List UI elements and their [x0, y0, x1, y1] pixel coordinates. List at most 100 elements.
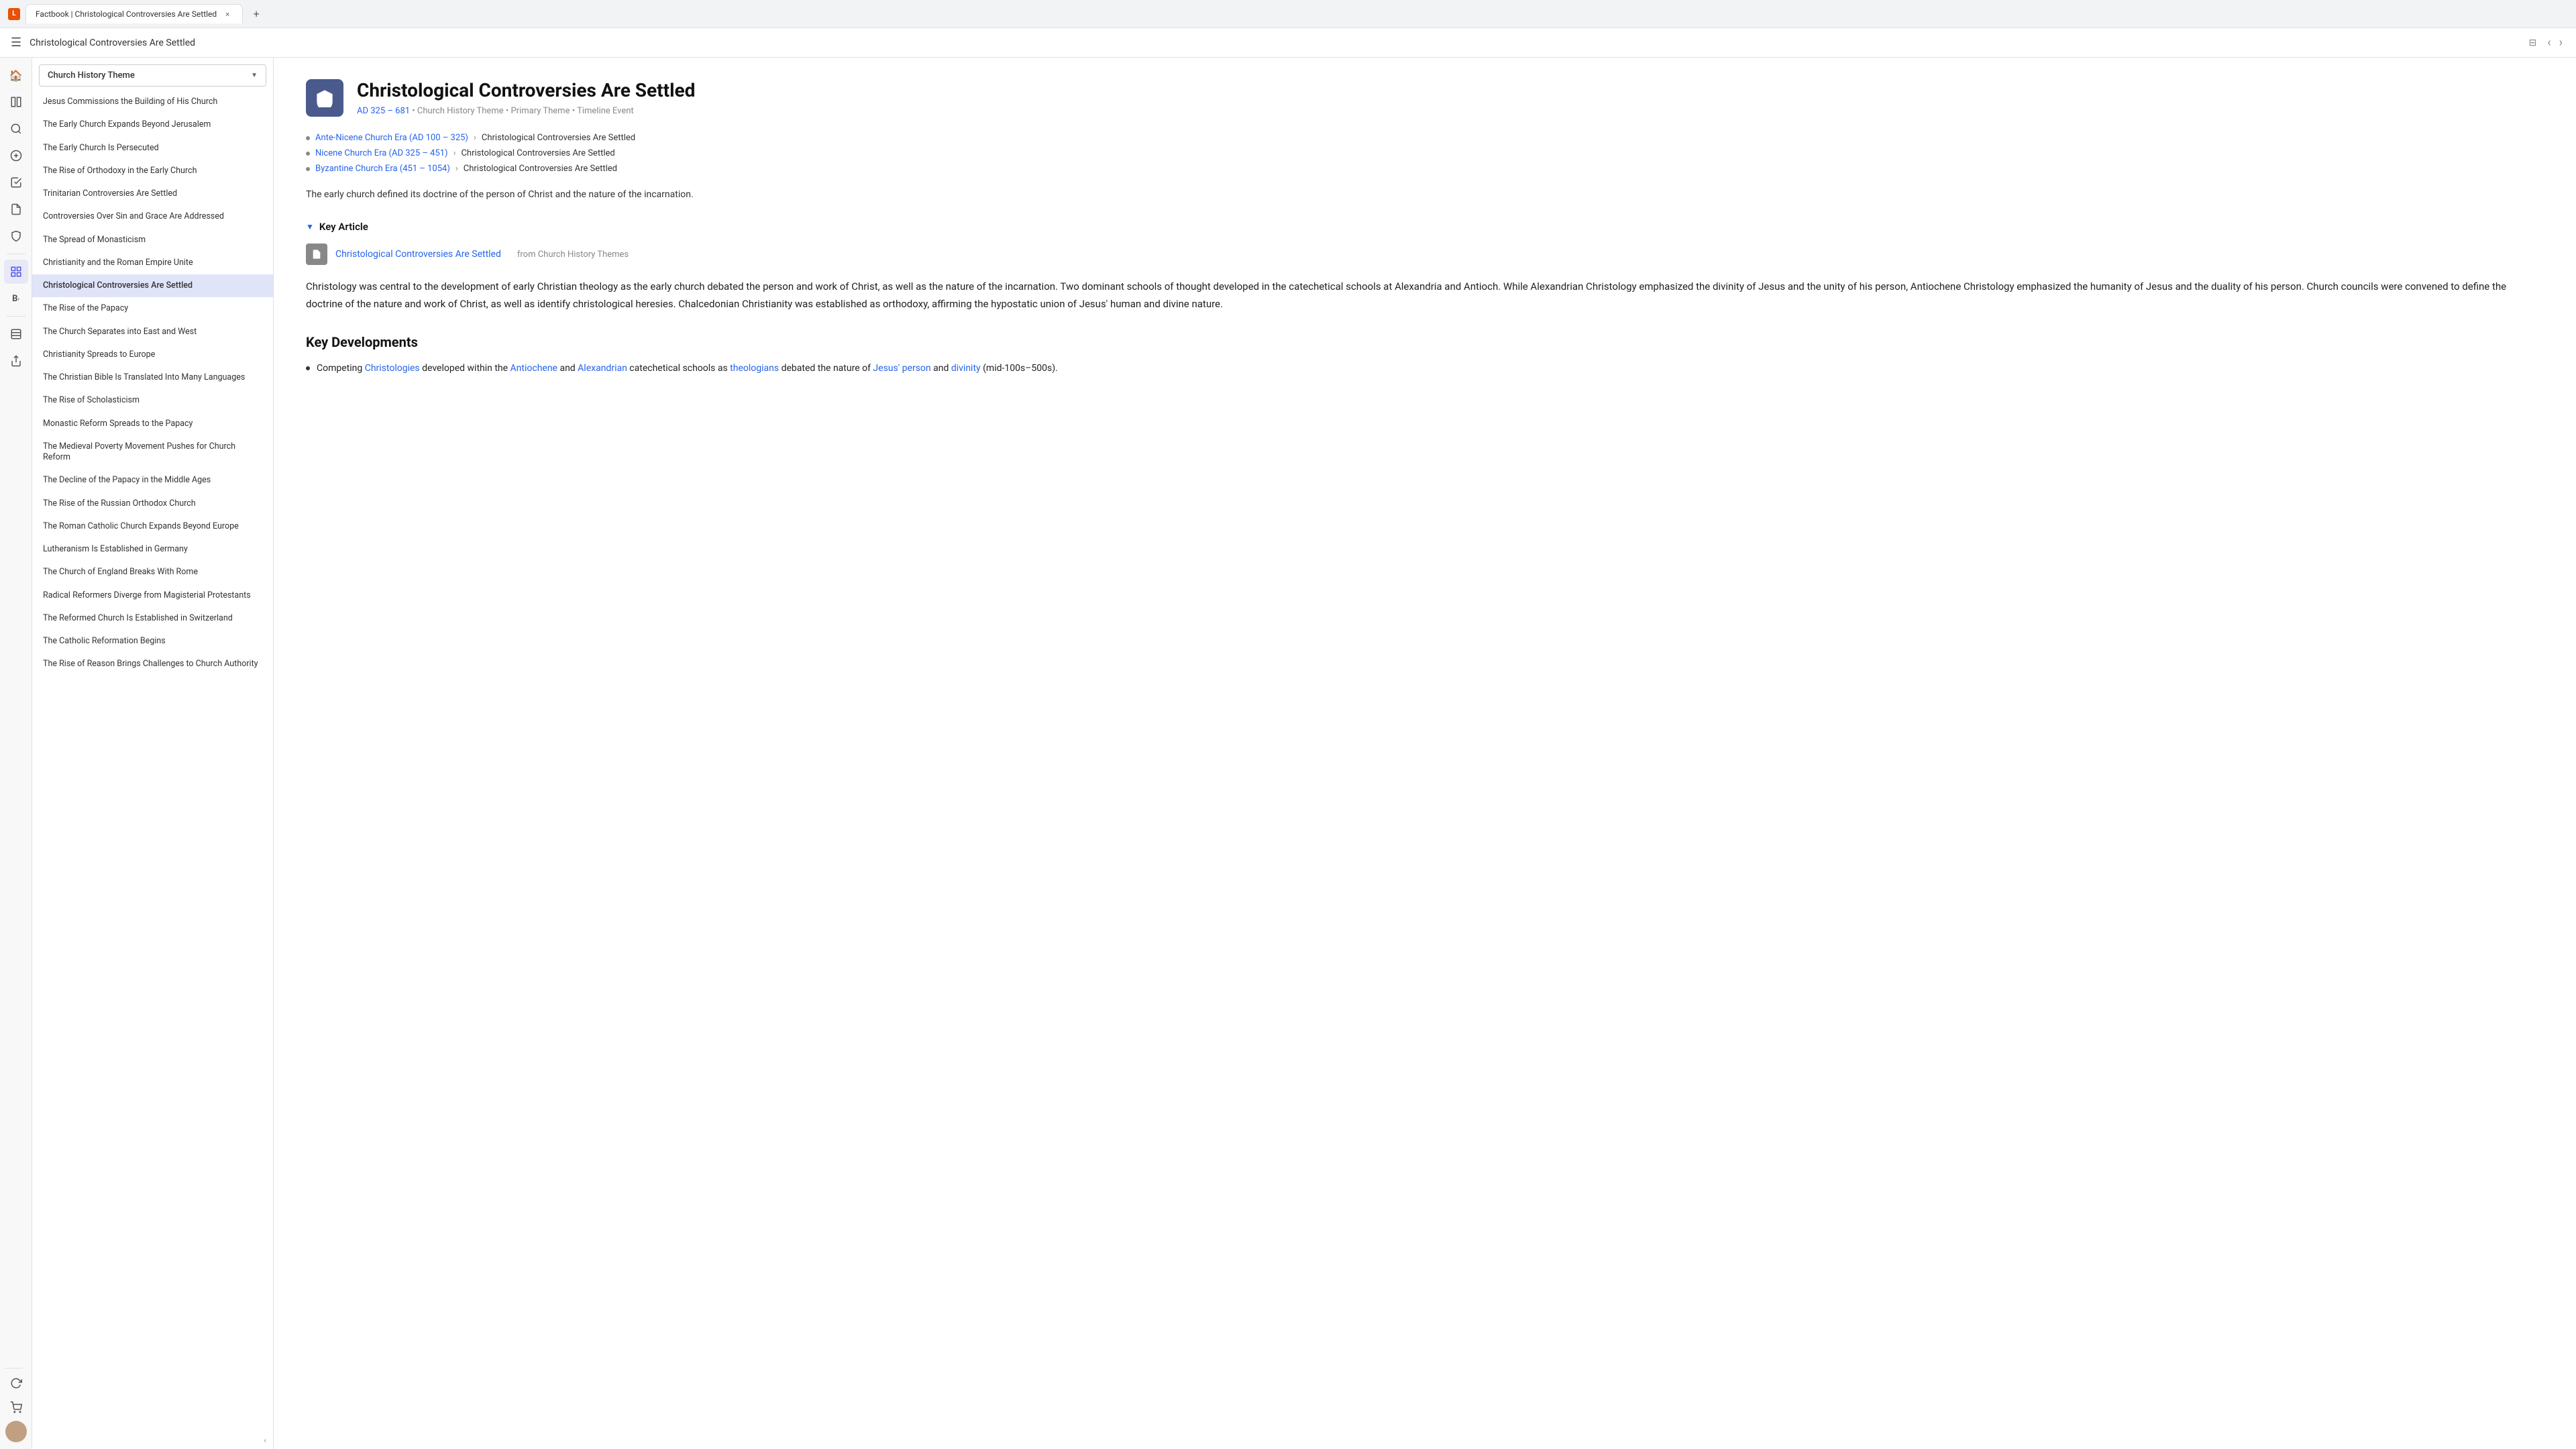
breadcrumb-sep-1: › — [474, 133, 476, 143]
sidebar-item-11[interactable]: The Church Separates into East and West — [32, 321, 273, 343]
sidebar-item-4[interactable]: The Rise of Orthodoxy in the Early Churc… — [32, 160, 273, 182]
active-tab[interactable]: Factbook | Christological Controversies … — [25, 4, 243, 23]
theologians-link[interactable]: theologians — [730, 363, 779, 374]
browser-tab-bar: L Factbook | Christological Controversie… — [0, 0, 2576, 28]
key-article-card: Christological Controversies Are Settled… — [306, 244, 2544, 265]
breadcrumb-current-1: Christological Controversies Are Settled — [482, 133, 635, 143]
rail-cart-icon[interactable] — [4, 1395, 28, 1419]
breadcrumb-bullet-1 — [306, 136, 310, 140]
sidebar-item-23[interactable]: The Reformed Church Is Established in Sw… — [32, 607, 273, 630]
key-developments-header: Key Developments — [306, 334, 2544, 350]
app-bar-title: Christological Controversies Are Settled — [30, 38, 2520, 48]
alexandrian-link[interactable]: Alexandrian — [578, 363, 627, 374]
jesus-person-link[interactable]: Jesus' person — [873, 363, 930, 374]
sidebar-item-2[interactable]: The Early Church Expands Beyond Jerusale… — [32, 113, 273, 136]
rail-shield-icon[interactable] — [4, 224, 28, 248]
main-layout: 🏠 B › — [0, 58, 2576, 1449]
christologies-link[interactable]: Christologies — [365, 363, 420, 374]
breadcrumb-link-1[interactable]: Ante-Nicene Church Era (AD 100 – 325) — [315, 133, 468, 143]
tab-close-button[interactable]: × — [222, 9, 233, 19]
nav-back-button[interactable]: ‹ — [2544, 33, 2553, 52]
rail-library-icon[interactable] — [4, 90, 28, 114]
sidebar-item-18[interactable]: The Rise of the Russian Orthodox Church — [32, 492, 273, 515]
sidebar-item-15[interactable]: Monastic Reform Spreads to the Papacy — [32, 413, 273, 435]
dropdown-arrow-icon: ▼ — [251, 72, 258, 79]
rail-check-icon[interactable] — [4, 170, 28, 195]
sidebar-item-6[interactable]: Controversies Over Sin and Grace Are Add… — [32, 205, 273, 228]
body-text: Christology was central to the developme… — [306, 278, 2544, 313]
dropdown-label: Church History Theme — [48, 70, 135, 80]
sidebar-item-25[interactable]: The Rise of Reason Brings Challenges to … — [32, 653, 273, 676]
menu-hamburger-icon[interactable]: ☰ — [11, 36, 21, 50]
breadcrumb-2: Nicene Church Era (AD 325 – 451) › Chris… — [306, 148, 2544, 158]
user-avatar[interactable] — [5, 1421, 27, 1442]
sidebar-item-19[interactable]: The Roman Catholic Church Expands Beyond… — [32, 515, 273, 538]
breadcrumb-link-3[interactable]: Byzantine Church Era (451 – 1054) — [315, 164, 450, 174]
rail-home-icon[interactable]: 🏠 — [4, 63, 28, 87]
sidebar-item-22[interactable]: Radical Reformers Diverge from Magisteri… — [32, 584, 273, 607]
page-meta: AD 325 – 681 • Church History Theme • Pr… — [357, 106, 695, 116]
tab-title: Factbook | Christological Controversies … — [36, 9, 217, 19]
sidebar-item-21[interactable]: The Church of England Breaks With Rome — [32, 561, 273, 584]
panel-sidebar: Church History Theme ▼ Jesus Commissions… — [32, 58, 274, 1449]
bullet-dot-1 — [306, 366, 310, 370]
breadcrumb-sep-3: › — [455, 164, 458, 174]
breadcrumb-link-2[interactable]: Nicene Church Era (AD 325 – 451) — [315, 148, 448, 158]
sidebar-item-9[interactable]: Christological Controversies Are Settled — [32, 274, 273, 297]
rail-add-icon[interactable] — [4, 144, 28, 168]
sidebar-list: Jesus Commissions the Building of His Ch… — [32, 91, 273, 1432]
content-area: Christological Controversies Are Settled… — [274, 58, 2576, 1449]
meta-separator-1: • — [412, 106, 417, 116]
meta-event: Timeline Event — [577, 106, 634, 116]
rail-doc-icon[interactable] — [4, 197, 28, 221]
sidebar-item-7[interactable]: The Spread of Monasticism — [32, 229, 273, 252]
app-bar-action-icon[interactable]: ⊟ — [2528, 38, 2536, 48]
sidebar-item-24[interactable]: The Catholic Reformation Begins — [32, 630, 273, 653]
divinity-link[interactable]: divinity — [951, 363, 981, 374]
new-tab-button[interactable]: + — [248, 6, 264, 22]
breadcrumb-bullet-2 — [306, 152, 310, 156]
rail-search-icon[interactable] — [4, 117, 28, 141]
meta-type: Primary Theme — [511, 106, 570, 116]
rail-avatar[interactable] — [4, 1419, 28, 1444]
theme-dropdown[interactable]: Church History Theme ▼ — [39, 64, 266, 87]
sidebar-item-17[interactable]: The Decline of the Papacy in the Middle … — [32, 469, 273, 492]
rail-expand-icon[interactable]: B › — [4, 286, 28, 311]
rail-layers-icon[interactable] — [4, 322, 28, 346]
sidebar-item-5[interactable]: Trinitarian Controversies Are Settled — [32, 182, 273, 205]
key-article-title-label: Key Article — [319, 221, 368, 233]
sidebar-item-10[interactable]: The Rise of the Papacy — [32, 297, 273, 320]
sidebar-item-13[interactable]: The Christian Bible Is Translated Into M… — [32, 366, 273, 389]
breadcrumb-3: Byzantine Church Era (451 – 1054) › Chri… — [306, 164, 2544, 174]
sidebar-collapse-button[interactable]: ‹ — [32, 1432, 273, 1449]
rail-separator-2 — [7, 316, 25, 317]
sidebar-item-3[interactable]: The Early Church Is Persecuted — [32, 137, 273, 160]
article-source-text: from Church History Themes — [517, 250, 629, 260]
sidebar-item-12[interactable]: Christianity Spreads to Europe — [32, 343, 273, 366]
sidebar-item-16[interactable]: The Medieval Poverty Movement Pushes for… — [32, 435, 273, 470]
rail-grid-icon[interactable] — [4, 260, 28, 284]
antiochene-link[interactable]: Antiochene — [511, 363, 557, 374]
breadcrumb-bullet-3 — [306, 167, 310, 171]
app-bar: ☰ Christological Controversies Are Settl… — [0, 28, 2576, 58]
rail-refresh-icon[interactable] — [4, 1371, 28, 1395]
page-header-icon — [306, 79, 343, 117]
page-description: The early church defined its doctrine of… — [306, 187, 2544, 202]
key-article-link[interactable]: Christological Controversies Are Settled — [335, 249, 501, 260]
section-toggle-icon[interactable]: ▼ — [306, 222, 314, 231]
browser-favicon: L — [8, 8, 20, 20]
icon-rail: 🏠 B › — [0, 58, 32, 1449]
page-header-text: Christological Controversies Are Settled… — [357, 79, 695, 116]
page-title: Christological Controversies Are Settled — [357, 79, 695, 102]
sidebar-item-8[interactable]: Christianity and the Roman Empire Unite — [32, 252, 273, 274]
nav-forward-button[interactable]: › — [2557, 33, 2565, 52]
sidebar-item-1[interactable]: Jesus Commissions the Building of His Ch… — [32, 91, 273, 113]
breadcrumb-sep-2: › — [453, 148, 456, 158]
sidebar-item-14[interactable]: The Rise of Scholasticism — [32, 389, 273, 412]
meta-theme: Church History Theme — [417, 106, 504, 116]
rail-share-icon[interactable] — [4, 349, 28, 373]
sidebar-item-20[interactable]: Lutheranism Is Established in Germany — [32, 538, 273, 561]
article-card-icon — [306, 244, 327, 265]
breadcrumb-1: Ante-Nicene Church Era (AD 100 – 325) › … — [306, 133, 2544, 143]
key-article-section-header[interactable]: ▼ Key Article — [306, 221, 2544, 233]
